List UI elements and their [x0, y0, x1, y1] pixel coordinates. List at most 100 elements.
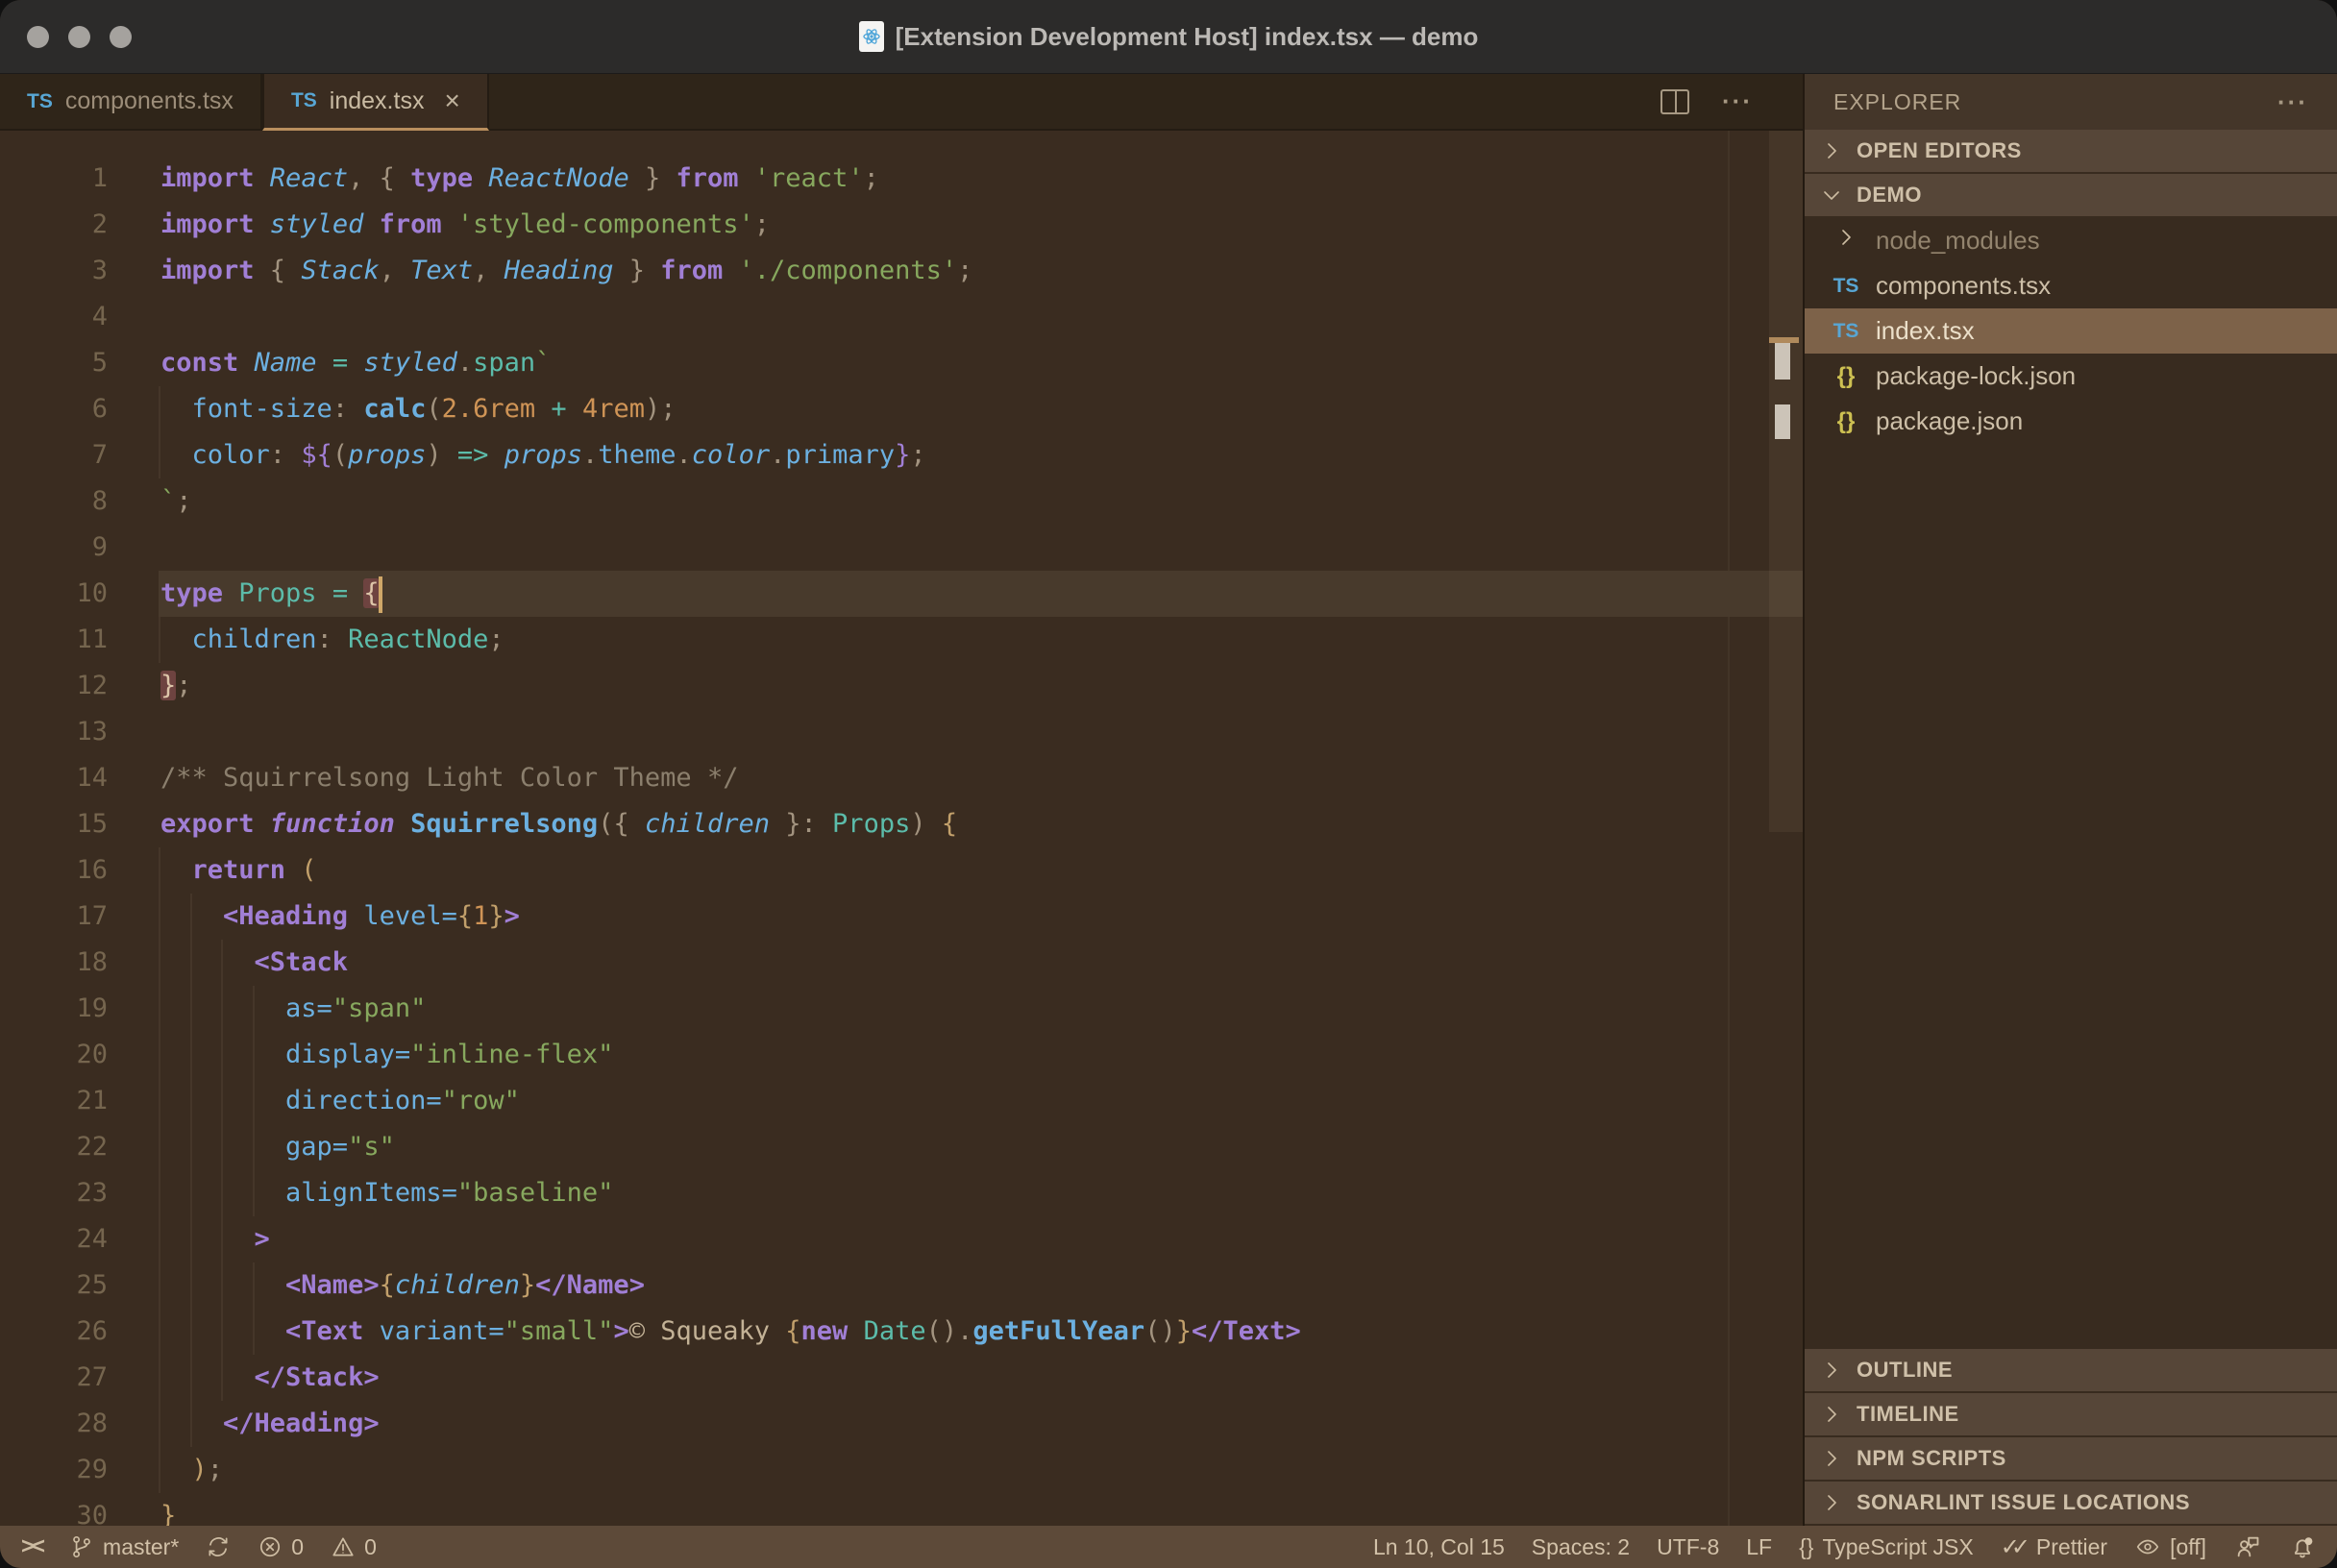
line-number[interactable]: 28	[0, 1401, 108, 1447]
section-header-sonarlint-issue-locations[interactable]: SONARLINT ISSUE LOCATIONS	[1805, 1482, 2337, 1524]
code-content: alignItems="baseline"	[159, 1170, 1803, 1216]
code-line-24[interactable]: 24 >	[0, 1216, 1803, 1262]
tab-components-tsx[interactable]: TS components.tsx	[0, 74, 262, 129]
status-cursor-position[interactable]: Ln 10, Col 15	[1360, 1526, 1518, 1568]
close-window-button[interactable]	[27, 26, 49, 48]
code-line-16[interactable]: 16 return (	[0, 847, 1803, 894]
file-item-package-json[interactable]: {}package.json	[1805, 399, 2337, 444]
status-sync[interactable]	[192, 1526, 244, 1568]
line-number[interactable]: 8	[0, 478, 108, 525]
section-header-outline[interactable]: OUTLINE	[1805, 1349, 2337, 1391]
code-line-10[interactable]: 10type Props = {	[0, 571, 1803, 617]
line-number[interactable]: 29	[0, 1447, 108, 1493]
code-line-30[interactable]: 30}	[0, 1493, 1803, 1526]
status-git-branch[interactable]: master*	[56, 1526, 192, 1568]
explorer-more-icon[interactable]: ···	[2277, 87, 2308, 117]
code-line-5[interactable]: 5const Name = styled.span`	[0, 340, 1803, 386]
line-number[interactable]: 1	[0, 156, 108, 202]
section-header-open-editors[interactable]: OPEN EDITORS	[1805, 130, 2337, 172]
line-number[interactable]: 19	[0, 986, 108, 1032]
status-language-mode[interactable]: {}TypeScript JSX	[1785, 1526, 1987, 1568]
line-number[interactable]: 6	[0, 386, 108, 432]
close-tab-icon[interactable]: ×	[444, 87, 459, 114]
code-line-14[interactable]: 14/** Squirrelsong Light Color Theme */	[0, 755, 1803, 801]
line-number[interactable]: 2	[0, 202, 108, 248]
line-number[interactable]: 17	[0, 894, 108, 940]
line-number[interactable]: 18	[0, 940, 108, 986]
file-item-package-lock-json[interactable]: {}package-lock.json	[1805, 354, 2337, 399]
code-token: Squirrelsong	[395, 809, 598, 839]
line-number[interactable]: 3	[0, 248, 108, 294]
status-feedback[interactable]	[2220, 1526, 2276, 1568]
ts-file-icon: TS	[291, 89, 317, 112]
line-number[interactable]: 15	[0, 801, 108, 847]
minimize-window-button[interactable]	[68, 26, 90, 48]
line-number[interactable]: 12	[0, 663, 108, 709]
status-eol[interactable]: LF	[1733, 1526, 1785, 1568]
line-number[interactable]: 30	[0, 1493, 108, 1526]
code-line-26[interactable]: 26 <Text variant="small">© Squeaky {new …	[0, 1309, 1803, 1355]
code-line-8[interactable]: 8`;	[0, 478, 1803, 525]
status-prettier[interactable]: ✓✓Prettier	[1987, 1526, 2121, 1568]
line-number[interactable]: 13	[0, 709, 108, 755]
line-number[interactable]: 7	[0, 432, 108, 478]
section-header-demo[interactable]: DEMO	[1805, 174, 2337, 216]
line-number[interactable]: 9	[0, 525, 108, 571]
line-number[interactable]: 25	[0, 1262, 108, 1309]
file-item-node-modules[interactable]: node_modules	[1805, 218, 2337, 263]
status-notifications[interactable]	[2276, 1526, 2329, 1568]
code-line-17[interactable]: 17 <Heading level={1}>	[0, 894, 1803, 940]
code-line-6[interactable]: 6 font-size: calc(2.6rem + 4rem);	[0, 386, 1803, 432]
line-number[interactable]: 26	[0, 1309, 108, 1355]
line-number[interactable]: 21	[0, 1078, 108, 1124]
status-errors[interactable]: 0	[244, 1526, 317, 1568]
line-number[interactable]: 23	[0, 1170, 108, 1216]
more-actions-icon[interactable]: ···	[1722, 86, 1753, 116]
code-line-18[interactable]: 18 <Stack	[0, 940, 1803, 986]
line-number[interactable]: 14	[0, 755, 108, 801]
line-number[interactable]: 22	[0, 1124, 108, 1170]
tab-index-tsx[interactable]: TS index.tsx ×	[262, 74, 489, 131]
code-line-25[interactable]: 25 <Name>{children}</Name>	[0, 1262, 1803, 1309]
status-encoding[interactable]: UTF-8	[1643, 1526, 1733, 1568]
code-line-22[interactable]: 22 gap="s"	[0, 1124, 1803, 1170]
file-item-components-tsx[interactable]: TScomponents.tsx	[1805, 263, 2337, 308]
status-indentation[interactable]: Spaces: 2	[1518, 1526, 1643, 1568]
editor-group: TS components.tsx TS index.tsx × ··· 1im…	[0, 74, 1803, 1526]
code-line-13[interactable]: 13	[0, 709, 1803, 755]
line-number[interactable]: 5	[0, 340, 108, 386]
code-line-29[interactable]: 29 );	[0, 1447, 1803, 1493]
code-line-15[interactable]: 15export function Squirrelsong({ childre…	[0, 801, 1803, 847]
code-line-7[interactable]: 7 color: ${(props) => props.theme.color.…	[0, 432, 1803, 478]
zoom-window-button[interactable]	[110, 26, 132, 48]
line-number[interactable]: 16	[0, 847, 108, 894]
line-number[interactable]: 10	[0, 571, 108, 617]
code-editor[interactable]: 1import React, { type ReactNode } from '…	[0, 131, 1803, 1526]
code-line-4[interactable]: 4	[0, 294, 1803, 340]
line-number[interactable]: 20	[0, 1032, 108, 1078]
editor-scrollbar[interactable]	[1769, 131, 1803, 832]
code-line-19[interactable]: 19 as="span"	[0, 986, 1803, 1032]
code-line-11[interactable]: 11 children: ReactNode;	[0, 617, 1803, 663]
status-warnings[interactable]: 0	[317, 1526, 390, 1568]
code-line-9[interactable]: 9	[0, 525, 1803, 571]
line-number[interactable]: 11	[0, 617, 108, 663]
split-editor-icon[interactable]	[1660, 89, 1689, 114]
line-number[interactable]: 24	[0, 1216, 108, 1262]
code-line-20[interactable]: 20 display="inline-flex"	[0, 1032, 1803, 1078]
code-line-21[interactable]: 21 direction="row"	[0, 1078, 1803, 1124]
file-item-index-tsx[interactable]: TSindex.tsx	[1805, 308, 2337, 354]
line-number[interactable]: 4	[0, 294, 108, 340]
code-line-2[interactable]: 2import styled from 'styled-components';	[0, 202, 1803, 248]
section-header-npm-scripts[interactable]: NPM SCRIPTS	[1805, 1437, 2337, 1480]
status-remote-indicator[interactable]: ><	[8, 1526, 56, 1568]
code-line-23[interactable]: 23 alignItems="baseline"	[0, 1170, 1803, 1216]
code-line-27[interactable]: 27 </Stack>	[0, 1355, 1803, 1401]
code-line-12[interactable]: 12};	[0, 663, 1803, 709]
code-line-1[interactable]: 1import React, { type ReactNode } from '…	[0, 156, 1803, 202]
code-line-3[interactable]: 3import { Stack, Text, Heading } from '.…	[0, 248, 1803, 294]
section-header-timeline[interactable]: TIMELINE	[1805, 1393, 2337, 1435]
code-line-28[interactable]: 28 </Heading>	[0, 1401, 1803, 1447]
status-screencast-mode[interactable]: [off]	[2121, 1526, 2220, 1568]
line-number[interactable]: 27	[0, 1355, 108, 1401]
